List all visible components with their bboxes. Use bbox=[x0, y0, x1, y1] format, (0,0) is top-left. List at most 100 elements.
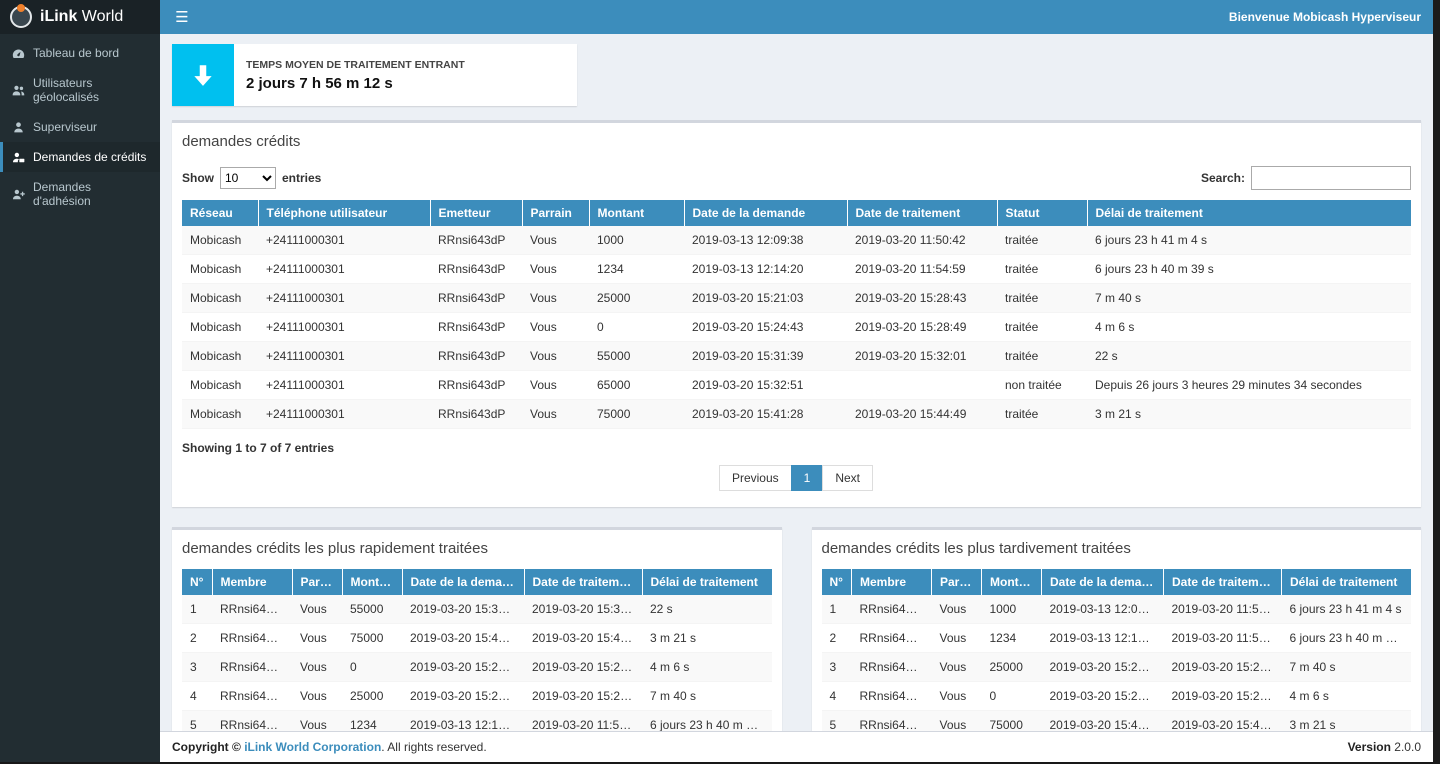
table-row: 1RRnsi643dPVous550002019-03-20 15:31:392… bbox=[182, 595, 772, 624]
table-cell: Mobicash bbox=[182, 371, 258, 400]
sidebar-item-geolocated-users[interactable]: Utilisateurs géolocalisés bbox=[0, 68, 160, 112]
table-cell: RRnsi643dP bbox=[430, 226, 522, 255]
table-cell: 1000 bbox=[589, 226, 684, 255]
column-header[interactable]: Date de traitement bbox=[1164, 569, 1282, 595]
table-cell: 55000 bbox=[342, 595, 402, 624]
table-row: 2RRnsi643dPVous12342019-03-13 12:14:2020… bbox=[822, 624, 1412, 653]
table-cell: Vous bbox=[522, 342, 589, 371]
table-cell: 2019-03-20 15:41:28 bbox=[684, 400, 847, 429]
kpi-content: TEMPS MOYEN DE TRAITEMENT ENTRANT 2 jour… bbox=[234, 44, 477, 106]
table-row: 5RRnsi643dPVous12342019-03-13 12:14:2020… bbox=[182, 711, 772, 732]
kpi-average-incoming-processing-time: TEMPS MOYEN DE TRAITEMENT ENTRANT 2 jour… bbox=[172, 44, 577, 106]
table-cell: non traitée bbox=[997, 371, 1087, 400]
dashboard-icon bbox=[12, 47, 25, 60]
table-cell: 6 jours 23 h 40 m 39 s bbox=[1282, 624, 1412, 653]
table-cell: RRnsi643dP bbox=[430, 284, 522, 313]
table-cell: Vous bbox=[932, 595, 982, 624]
column-header[interactable]: N° bbox=[182, 569, 212, 595]
column-header[interactable]: Date de traitement bbox=[847, 200, 997, 226]
column-header[interactable]: Téléphone utilisateur bbox=[258, 200, 430, 226]
column-header[interactable]: Membre bbox=[212, 569, 292, 595]
column-header[interactable]: Parrain bbox=[292, 569, 342, 595]
table-row: Mobicash+24111000301RRnsi643dPVous550002… bbox=[182, 342, 1411, 371]
search-input[interactable] bbox=[1251, 166, 1411, 190]
table-cell: 75000 bbox=[342, 624, 402, 653]
column-header[interactable]: Date de la demande bbox=[402, 569, 524, 595]
pagination-page-1-button[interactable]: 1 bbox=[791, 465, 824, 491]
table-cell: Vous bbox=[292, 595, 342, 624]
company-link[interactable]: iLink World Corporation bbox=[244, 740, 381, 754]
table-cell: Vous bbox=[522, 226, 589, 255]
table-cell: 22 s bbox=[1087, 342, 1411, 371]
column-header[interactable]: Date de traitement bbox=[524, 569, 642, 595]
footer: Copyright © iLink World Corporation. All… bbox=[160, 731, 1433, 762]
table-cell: 2019-03-20 15:31:39 bbox=[684, 342, 847, 371]
fastest-panel-body: N°MembreParrainMontantDate de la demande… bbox=[172, 567, 782, 731]
table-body: 1RRnsi643dPVous10002019-03-13 12:09:3820… bbox=[822, 595, 1412, 731]
column-header[interactable]: Délai de traitement bbox=[1087, 200, 1411, 226]
table-cell: 1 bbox=[822, 595, 852, 624]
column-header[interactable]: Montant bbox=[982, 569, 1042, 595]
table-cell: 6 jours 23 h 40 m 39 s bbox=[642, 711, 772, 732]
table-cell: RRnsi643dP bbox=[212, 682, 292, 711]
sidebar: iLink World Tableau de bord Utilisateurs… bbox=[0, 0, 160, 762]
datatable-controls: Show 10 entries Search: bbox=[182, 166, 1411, 190]
table-header-row: N°MembreParrainMontantDate de la demande… bbox=[822, 569, 1412, 595]
sidebar-item-label: Demandes de crédits bbox=[33, 150, 146, 164]
column-header[interactable]: Membre bbox=[852, 569, 932, 595]
table-cell: RRnsi643dP bbox=[852, 624, 932, 653]
table-cell: 0 bbox=[342, 653, 402, 682]
table-cell: 2019-03-13 12:09:38 bbox=[1042, 595, 1164, 624]
sidebar-toggle-button[interactable]: ☰ bbox=[160, 0, 204, 34]
pagination-previous-button[interactable]: Previous bbox=[719, 465, 792, 491]
table-cell: 2019-03-20 15:21:03 bbox=[1042, 653, 1164, 682]
table-cell: 4 bbox=[822, 682, 852, 711]
column-header[interactable]: Parrain bbox=[932, 569, 982, 595]
sidebar-item-membership-requests[interactable]: Demandes d'adhésion bbox=[0, 172, 160, 216]
table-cell: RRnsi643dP bbox=[852, 711, 932, 732]
column-header[interactable]: Statut bbox=[997, 200, 1087, 226]
table-cell: 2019-03-20 15:24:43 bbox=[684, 313, 847, 342]
table-cell: +24111000301 bbox=[258, 342, 430, 371]
entries-per-page-select[interactable]: 10 bbox=[220, 167, 276, 189]
table-row: Mobicash+24111000301RRnsi643dPVous650002… bbox=[182, 371, 1411, 400]
table-cell: 55000 bbox=[589, 342, 684, 371]
summary-panels-row: demandes crédits les plus rapidement tra… bbox=[172, 527, 1421, 731]
column-header[interactable]: Montant bbox=[589, 200, 684, 226]
column-header[interactable]: Délai de traitement bbox=[1282, 569, 1412, 595]
column-header[interactable]: Date de la demande bbox=[684, 200, 847, 226]
table-cell: 2019-03-20 15:28:43 bbox=[1164, 653, 1282, 682]
sidebar-item-supervisor[interactable]: Superviseur bbox=[0, 112, 160, 142]
sidebar-item-dashboard[interactable]: Tableau de bord bbox=[0, 38, 160, 68]
table-cell: 2019-03-13 12:14:20 bbox=[402, 711, 524, 732]
table-cell: 25000 bbox=[342, 682, 402, 711]
column-header[interactable]: Parrain bbox=[522, 200, 589, 226]
sidebar-item-credit-requests[interactable]: Demandes de crédits bbox=[0, 142, 160, 172]
table-cell: 2019-03-20 15:44:49 bbox=[1164, 711, 1282, 732]
column-header[interactable]: Montant bbox=[342, 569, 402, 595]
hamburger-icon: ☰ bbox=[175, 8, 188, 26]
table-cell: 2 bbox=[182, 624, 212, 653]
scrollbar-track[interactable] bbox=[1433, 0, 1440, 764]
show-label: Show bbox=[182, 171, 214, 185]
top-navbar: ☰ Bienvenue Mobicash Hyperviseur bbox=[160, 0, 1433, 34]
brand[interactable]: iLink World bbox=[0, 0, 160, 34]
entries-label: entries bbox=[282, 171, 321, 185]
column-header[interactable]: Délai de traitement bbox=[642, 569, 772, 595]
table-cell: +24111000301 bbox=[258, 255, 430, 284]
brand-title-bold: iLink bbox=[40, 8, 77, 25]
table-cell: 2019-03-20 11:54:59 bbox=[847, 255, 997, 284]
table-cell: Vous bbox=[292, 682, 342, 711]
search-control: Search: bbox=[1201, 166, 1411, 190]
table-header-row: RéseauTéléphone utilisateurEmetteurParra… bbox=[182, 200, 1411, 226]
pagination-next-button[interactable]: Next bbox=[822, 465, 873, 491]
pagination: Previous 1 Next bbox=[182, 465, 1411, 491]
app-window: iLink World Tableau de bord Utilisateurs… bbox=[0, 0, 1433, 762]
table-cell: 2019-03-20 15:44:49 bbox=[524, 624, 642, 653]
column-header[interactable]: N° bbox=[822, 569, 852, 595]
column-header[interactable]: Emetteur bbox=[430, 200, 522, 226]
column-header[interactable]: Réseau bbox=[182, 200, 258, 226]
column-header[interactable]: Date de la demande bbox=[1042, 569, 1164, 595]
search-label: Search: bbox=[1201, 171, 1245, 185]
table-cell: Vous bbox=[522, 255, 589, 284]
